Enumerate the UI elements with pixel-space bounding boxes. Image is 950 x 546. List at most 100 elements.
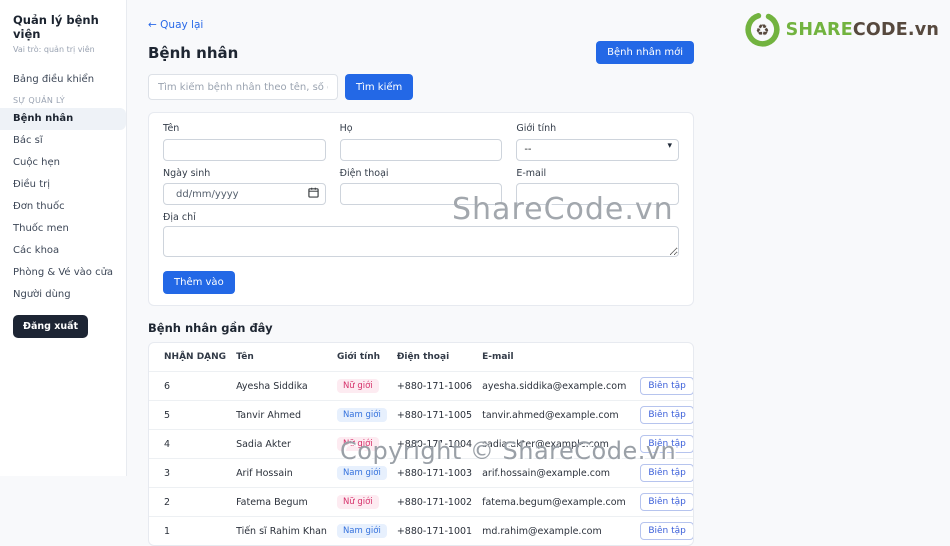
column-header-id: NHẬN DẠNG — [164, 352, 227, 362]
patient-email: fatema.begum@example.com — [477, 487, 632, 517]
patient-id: 6 — [149, 371, 232, 401]
address-field[interactable] — [163, 226, 679, 257]
last-name-field[interactable] — [339, 138, 503, 161]
sidebar-section-label: SỰ QUẢN LÝ — [13, 95, 65, 105]
phone-label: Điện thoại — [339, 167, 389, 179]
search-bar: Tìm kiếm — [148, 74, 694, 100]
sidebar-item-treatments[interactable]: Điều trị — [0, 174, 126, 196]
patient-name: Tiến sĩ Rahim Khan — [231, 516, 332, 545]
sidebar-item-rooms-admissions[interactable]: Phòng & Vé vào cửa — [0, 262, 126, 284]
table-row: 6 Ayesha Siddika Nữ giới +880-171-1006 a… — [149, 371, 693, 401]
patient-id: 2 — [149, 487, 232, 517]
recent-patients-table: NHẬN DẠNG Tên Giới tính Điện thoại E-mai… — [148, 342, 694, 546]
column-header-email: E-mail — [482, 352, 514, 362]
table-row: 3 Arif Hossain Nam giới +880-171-1003 ar… — [149, 458, 693, 488]
phone-field[interactable] — [339, 183, 503, 205]
patient-id: 4 — [149, 429, 232, 459]
gender-badge: Nam giới — [336, 408, 387, 422]
sidebar-item-dashboard[interactable]: Bảng điều khiển — [0, 69, 126, 91]
gender-badge: Nữ giới — [336, 495, 379, 509]
patient-phone: +880-171-1001 — [391, 516, 478, 545]
edit-button[interactable]: Biên tập — [640, 406, 693, 424]
sidebar-item-doctors[interactable]: Bác sĩ — [0, 130, 126, 152]
email-field[interactable] — [516, 183, 679, 205]
patient-id: 5 — [149, 400, 232, 430]
app-title: Quản lý bệnh viện — [13, 13, 99, 42]
patient-phone: +880-171-1005 — [391, 400, 478, 430]
add-patient-button[interactable]: Thêm vào — [163, 271, 235, 294]
logo-share: SHARE — [785, 19, 853, 40]
patient-name: Tanvir Ahmed — [231, 400, 332, 430]
gender-badge: Nam giới — [336, 466, 387, 480]
user-role: Vai trò: quản trị viên — [13, 44, 95, 54]
calendar-icon[interactable] — [307, 187, 319, 198]
table-row: 1 Tiến sĩ Rahim Khan Nam giới +880-171-1… — [149, 516, 693, 545]
patient-name: Ayesha Siddika — [231, 371, 332, 401]
main-content: ← Quay lại Bệnh nhân Bệnh nhân mới Tìm k… — [127, 0, 950, 546]
search-button[interactable]: Tìm kiếm — [345, 74, 414, 100]
gender-badge: Nữ giới — [336, 379, 379, 393]
table-header-row: NHẬN DẠNG Tên Giới tính Điện thoại E-mai… — [149, 343, 693, 372]
edit-button[interactable]: Biên tập — [640, 493, 693, 511]
logo-text: SHARECODE.vn — [786, 20, 939, 40]
sidebar: Quản lý bệnh viện Vai trò: quản trị viên… — [0, 0, 127, 476]
sidebar-item-prescriptions[interactable]: Đơn thuốc — [0, 196, 126, 218]
recent-patients-title: Bệnh nhân gần đây — [148, 321, 273, 335]
patient-email: sadia.akter@example.com — [477, 429, 632, 459]
patient-email: md.rahim@example.com — [477, 516, 632, 545]
edit-button[interactable]: Biên tập — [640, 377, 693, 395]
sidebar-item-appointments[interactable]: Cuộc hẹn — [0, 152, 126, 174]
patient-phone: +880-171-1003 — [391, 458, 478, 488]
column-header-gender: Giới tính — [336, 352, 381, 362]
sidebar-item-medicines[interactable]: Thuốc men — [0, 218, 126, 240]
gender-label: Giới tính — [516, 123, 557, 134]
patient-phone: +880-171-1004 — [391, 429, 478, 459]
back-link[interactable]: ← Quay lại — [148, 19, 203, 31]
table-row: 4 Sadia Akter Nữ giới +880-171-1004 sadi… — [149, 429, 693, 459]
sharecode-logo: ♻ SHARECODE.vn — [744, 11, 939, 48]
back-link-label: Quay lại — [160, 19, 204, 31]
page-title: Bệnh nhân — [148, 43, 239, 62]
sidebar-item-patients[interactable]: Bệnh nhân — [0, 107, 126, 130]
patient-name: Arif Hossain — [231, 458, 332, 488]
gender-badge: Nam giới — [336, 524, 387, 538]
column-header-phone: Điện thoại — [396, 352, 450, 362]
new-patient-button[interactable]: Bệnh nhân mới — [596, 41, 694, 64]
logo-code: CODE — [852, 19, 908, 40]
dob-label: Ngày sinh — [163, 167, 211, 179]
first-name-field[interactable] — [163, 138, 326, 161]
patient-id: 1 — [149, 516, 232, 545]
patient-name: Sadia Akter — [231, 429, 332, 459]
svg-text:♻: ♻ — [755, 21, 769, 40]
email-label: E-mail — [516, 167, 547, 179]
search-input[interactable] — [148, 74, 338, 100]
add-patient-form: Tên Họ Giới tính -- ▾ Ngày sinh dd/mm/yy… — [148, 112, 694, 306]
back-arrow-icon: ← — [148, 19, 157, 31]
column-header-name: Tên — [236, 352, 254, 362]
first-name-label: Tên — [163, 123, 180, 134]
edit-button[interactable]: Biên tập — [640, 435, 693, 453]
table-row: 5 Tanvir Ahmed Nam giới +880-171-1005 ta… — [149, 400, 693, 430]
logo-tld: .vn — [907, 19, 939, 40]
dob-field[interactable] — [163, 183, 326, 205]
patient-email: arif.hossain@example.com — [477, 458, 632, 488]
patient-email: ayesha.siddika@example.com — [477, 371, 632, 401]
column-header-actions: Hành động — [631, 343, 693, 372]
logout-button[interactable]: Đăng xuất — [13, 314, 89, 338]
sidebar-item-departments[interactable]: Các khoa — [0, 240, 126, 262]
patient-phone: +880-171-1002 — [391, 487, 478, 517]
patient-name: Fatema Begum — [231, 487, 332, 517]
last-name-label: Họ — [339, 123, 353, 134]
table-row: 2 Fatema Begum Nữ giới +880-171-1002 fat… — [149, 487, 693, 517]
patient-phone: +880-171-1006 — [391, 371, 478, 401]
gender-select[interactable]: -- — [516, 138, 679, 161]
patient-id: 3 — [149, 458, 232, 488]
sidebar-nav: Bảng điều khiển SỰ QUẢN LÝ Bệnh nhân Bác… — [0, 69, 126, 306]
edit-button[interactable]: Biên tập — [640, 522, 693, 540]
gender-badge: Nữ giới — [336, 437, 379, 451]
sidebar-item-users[interactable]: Người dùng — [0, 284, 126, 306]
patient-email: tanvir.ahmed@example.com — [477, 400, 632, 430]
address-label: Địa chỉ — [163, 212, 196, 223]
edit-button[interactable]: Biên tập — [640, 464, 693, 482]
recycle-icon: ♻ — [744, 11, 781, 48]
